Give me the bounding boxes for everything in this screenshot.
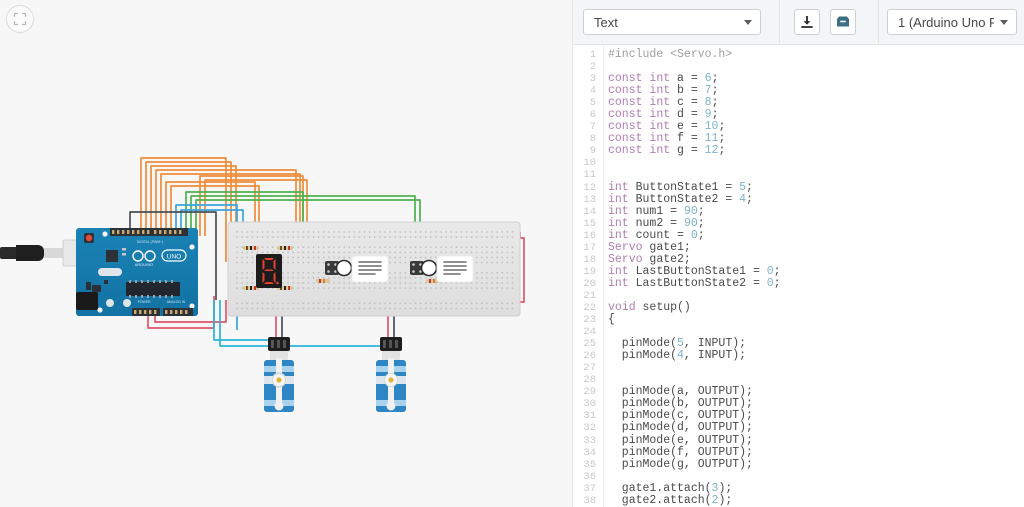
line-number: 18 [583,253,596,266]
line-number: 9 [589,145,596,158]
line-number: 36 [583,470,596,483]
line-number: 17 [583,241,596,254]
line-number: 26 [583,350,596,363]
line-number: 32 [583,422,596,435]
line-number: 22 [583,301,596,314]
code-line: pinMode(g, OUTPUT); [608,457,753,471]
tinkercad-circuits-editor: DIGITAL (PWM~) ARDUINO UNO POWER ANALOG … [0,0,1024,507]
code-line: { [608,313,615,327]
code-line: pinMode(f, OUTPUT); [608,445,753,459]
line-number-gutter: 1 2 3 4 5 6 7 8 9 10 11 12 13 14 15 16 17 18 19 20 21 22 23 24 2… [573,45,600,507]
pushbutton-1-label-card[interactable] [351,255,389,283]
pushbutton-1[interactable] [325,259,353,277]
circuit-canvas[interactable]: DIGITAL (PWM~) ARDUINO UNO POWER ANALOG … [0,0,572,507]
line-number: 34 [583,446,596,459]
micro-servo-1[interactable] [264,337,294,412]
line-number: 21 [583,289,596,302]
silk-digital-label: DIGITAL (PWM~) [137,240,163,244]
arduino-uno-board[interactable]: DIGITAL (PWM~) ARDUINO UNO POWER ANALOG … [76,228,198,316]
pushbutton-2-label-card[interactable] [436,255,474,283]
line-number: 5 [589,97,596,110]
code-line: pinMode(4, INPUT); [608,349,747,363]
line-number: 7 [589,121,596,134]
circuit-workspace-svg[interactable]: DIGITAL (PWM~) ARDUINO UNO POWER ANALOG … [0,0,572,507]
line-number: 29 [583,386,596,399]
board-select-dropdown[interactable]: 1 (Arduino Uno R3) [887,9,1017,35]
download-icon [801,16,813,28]
line-number: 12 [583,181,596,194]
board-group: 1 (Arduino Uno R3) [879,0,1017,45]
line-number: 37 [583,482,596,495]
pushbutton-2[interactable] [410,259,438,277]
code-line: int count = 0; [608,228,705,242]
code-mode-dropdown[interactable]: Text [583,9,761,35]
library-icon [837,16,849,27]
code-line: int num2 = 90; [608,216,705,230]
line-number: 27 [583,362,596,375]
silk-analog-label: ANALOG IN [167,300,186,304]
silk-power-label: POWER [138,300,151,304]
line-number: 13 [583,193,596,206]
line-number: 38 [583,494,596,507]
code-line: Servo gate1; [608,240,691,254]
chevron-down-icon [1000,19,1008,25]
line-number: 10 [583,157,596,170]
line-number: 30 [583,398,596,411]
code-mode-value: Text [594,14,618,30]
chevron-down-icon [744,19,752,25]
line-number: 31 [583,410,596,423]
usb-cable[interactable] [0,239,86,267]
line-number: 20 [583,277,596,290]
code-line: int ButtonState2 = 4; [608,192,753,206]
line-number: 3 [589,73,596,86]
line-number: 23 [583,314,596,327]
line-number: 11 [583,169,596,182]
code-line: int LastButtonState2 = 0; [608,276,781,290]
micro-servo-2[interactable] [376,337,406,412]
code-line: void setup() [608,300,691,314]
seven-segment-display[interactable] [256,254,282,288]
line-number: 16 [583,229,596,242]
line-number: 6 [589,109,596,122]
gutter-divider [603,45,604,507]
line-number: 35 [583,458,596,471]
mode-group: Text [573,0,761,45]
line-number: 19 [583,265,596,278]
board-select-value: 1 (Arduino Uno R3) [898,14,994,30]
line-number: 24 [583,326,596,339]
actions-group [780,0,856,45]
code-line: gate1.attach(3); [608,481,733,495]
libraries-button[interactable] [830,9,856,35]
svg-text:UNO: UNO [167,254,181,261]
line-number: 4 [589,85,596,98]
code-line: #include <Servo.h> [608,48,733,61]
line-number: 14 [583,205,596,218]
line-number: 28 [583,374,596,387]
code-line: const int g = 12; [608,144,726,158]
download-code-button[interactable] [794,9,820,35]
line-number: 8 [589,133,596,146]
code-editor[interactable]: 1 2 3 4 5 6 7 8 9 10 11 12 13 14 15 16 17 18 19 20 21 22 23 24 2… [573,45,1024,507]
code-text-area[interactable]: #include <Servo.h> const int a = 6; const… [608,45,1024,507]
line-number: 33 [583,434,596,447]
code-line: int ButtonState1 = 5; [608,180,753,194]
line-number: 25 [583,338,596,351]
code-line: gate2.attach(2); [608,493,733,507]
code-line: pinMode(e, OUTPUT); [608,433,753,447]
line-number: 15 [583,217,596,230]
code-toolbar: Text 1 (Arduino Uno R [573,0,1024,45]
line-number: 1 [589,49,596,61]
line-number: 2 [589,61,596,74]
silk-brand-label: ARDUINO [135,262,153,267]
code-line: int num1 = 90; [608,204,705,218]
code-panel: Text 1 (Arduino Uno R 1 2 3 4 5 6 7 8 9 … [572,0,1024,507]
code-line: pinMode(d, OUTPUT); [608,421,753,435]
